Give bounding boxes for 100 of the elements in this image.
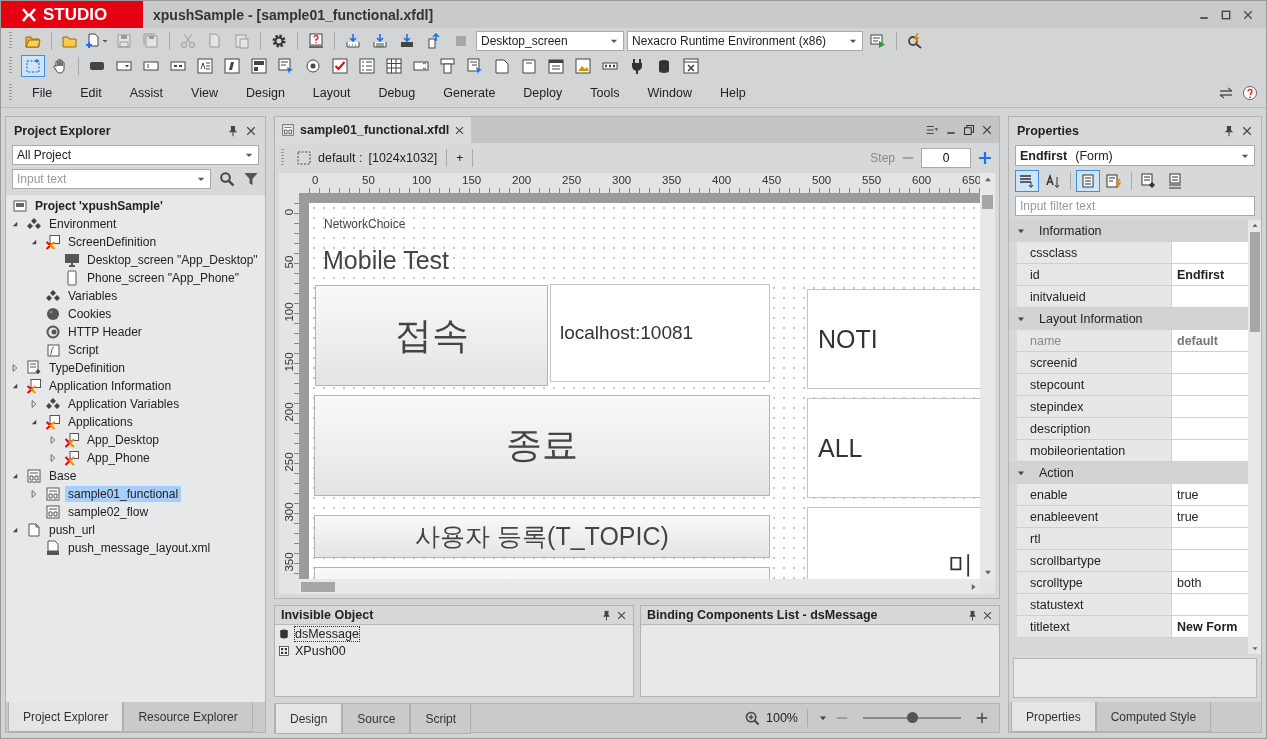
scrollbar-thumb[interactable]	[1249, 232, 1260, 332]
tree-item[interactable]: Application Variables	[65, 396, 183, 412]
tree-item[interactable]: Phone_screen "App_Phone"	[84, 270, 242, 286]
tree-item[interactable]: HTTP Header	[65, 324, 145, 340]
zoom-in-icon[interactable]	[975, 711, 989, 725]
property-value[interactable]: true	[1172, 506, 1248, 527]
menu-item[interactable]: Assist	[115, 85, 178, 100]
list-menu-icon[interactable]	[925, 123, 939, 137]
menu-item[interactable]: Layout	[298, 85, 365, 100]
tree-item[interactable]: Script	[65, 342, 102, 358]
tree-item[interactable]: sample01_functional	[65, 486, 182, 502]
menu-item[interactable]: Deploy	[509, 85, 577, 100]
selection-tool-button[interactable]	[21, 54, 45, 77]
form-button[interactable]: 접속	[315, 285, 548, 386]
tree-item[interactable]: sample02_flow	[65, 504, 152, 520]
pin-icon[interactable]	[1223, 125, 1235, 137]
slider-thumb[interactable]	[907, 712, 918, 723]
tree-item[interactable]: TypeDefinition	[46, 360, 129, 376]
screen-select[interactable]: Desktop_screen	[476, 30, 624, 51]
tree-item[interactable]: App_Desktop	[84, 432, 163, 448]
menu-item[interactable]: Edit	[66, 85, 116, 100]
close-icon[interactable]	[981, 124, 993, 136]
property-value[interactable]: both	[1172, 572, 1248, 593]
property-group[interactable]: Layout Information	[1009, 308, 1248, 330]
scrollbar-thumb[interactable]	[301, 581, 335, 592]
runtime-select[interactable]: Nexacro Runtime Environment (x86)	[627, 30, 863, 51]
menu-item[interactable]: View	[177, 85, 232, 100]
tree-item[interactable]: Base	[46, 468, 80, 484]
run-icon[interactable]	[870, 32, 886, 49]
close-icon[interactable]	[982, 609, 993, 621]
search-icon[interactable]	[219, 171, 235, 187]
table-icon[interactable]	[386, 57, 402, 74]
vertical-scrollbar[interactable]	[1248, 220, 1261, 654]
gear-icon[interactable]	[271, 32, 287, 49]
menu-item[interactable]: Help	[705, 85, 760, 100]
menu-icon[interactable]	[440, 57, 456, 74]
object-item[interactable]: XPush00	[294, 642, 347, 659]
close-icon[interactable]	[454, 124, 466, 136]
maximize-icon[interactable]	[1220, 8, 1232, 21]
menu-item[interactable]: File	[18, 85, 67, 100]
category-list-button[interactable]	[1015, 170, 1039, 192]
form-panel[interactable]: NOTI	[807, 289, 980, 389]
menu-item[interactable]: Window	[633, 85, 706, 100]
image-icon[interactable]	[575, 57, 591, 74]
filter-icon[interactable]	[243, 171, 259, 187]
step-field[interactable]: 0	[921, 148, 971, 168]
restore-icon[interactable]	[963, 124, 975, 136]
form-button[interactable]: 사용자 등록(T_TOPIC)	[314, 515, 770, 558]
help-document-icon[interactable]	[308, 32, 324, 49]
property-group[interactable]: Information	[1009, 220, 1248, 242]
property-value[interactable]: New Form	[1172, 616, 1248, 637]
tree-item[interactable]: Cookies	[65, 306, 115, 322]
scope-dropdown[interactable]: All Project	[12, 145, 259, 165]
tree-item[interactable]: Desktop_screen "App_Desktop"	[84, 252, 261, 268]
vertical-scrollbar[interactable]	[980, 193, 995, 579]
plug-icon[interactable]	[629, 57, 645, 74]
tree-item[interactable]: push_message_layout.xml	[65, 540, 214, 556]
checkbox-icon[interactable]	[332, 57, 348, 74]
horizontal-scrollbar[interactable]	[299, 579, 980, 594]
database-icon[interactable]	[656, 57, 672, 74]
panel-tab[interactable]: Source	[342, 704, 411, 734]
upload-device-icon[interactable]	[426, 32, 442, 49]
close-icon[interactable]	[1242, 8, 1254, 21]
tree-item[interactable]: Environment	[46, 216, 120, 232]
list-cursor-icon[interactable]	[467, 57, 483, 74]
zoom-icon[interactable]	[745, 710, 760, 726]
tree-item[interactable]: ScreenDefinition	[65, 234, 160, 250]
panel-tab[interactable]: Properties	[1011, 702, 1096, 732]
object-item[interactable]: dsMessage	[294, 625, 360, 642]
window-cursor-icon[interactable]	[278, 57, 294, 74]
tree-item[interactable]: Project 'xpushSample'	[32, 198, 166, 214]
menu-item[interactable]: Generate	[429, 85, 510, 100]
menu-item[interactable]: Tools	[576, 85, 634, 100]
tree-item[interactable]: Application Information	[46, 378, 175, 394]
pin-icon[interactable]	[967, 609, 978, 621]
search-lightning-icon[interactable]	[907, 32, 923, 49]
tree-item[interactable]: App_Phone	[84, 450, 153, 466]
text-field[interactable]: localhost:10081	[550, 284, 770, 382]
panel-tab[interactable]: Script	[410, 704, 472, 734]
pin-icon[interactable]	[601, 609, 612, 621]
close-icon[interactable]	[245, 125, 257, 137]
download-icon[interactable]	[345, 32, 361, 49]
calendar-icon[interactable]	[548, 57, 564, 74]
close-icon[interactable]	[1241, 125, 1253, 137]
tree-item[interactable]: Variables	[65, 288, 121, 304]
object-dropdown[interactable]: Endfirst (Form)	[1015, 145, 1255, 166]
panel-tab[interactable]: Design	[275, 704, 343, 734]
menu-item[interactable]: Design	[231, 85, 299, 100]
download-icon[interactable]	[372, 32, 388, 49]
scrollbar-thumb[interactable]	[982, 195, 993, 209]
help-icon[interactable]	[1242, 84, 1258, 101]
tree-item[interactable]: push_url	[46, 522, 99, 538]
text-area-icon[interactable]	[197, 57, 213, 74]
static-text-icon[interactable]	[224, 57, 240, 74]
list-icon[interactable]	[359, 57, 375, 74]
property-value[interactable]: true	[1172, 484, 1248, 505]
form-panel[interactable]: 미	[807, 507, 980, 579]
property-page-button[interactable]	[1076, 170, 1100, 192]
radio-icon[interactable]	[305, 57, 321, 74]
menu-item[interactable]: Debug	[364, 85, 430, 100]
